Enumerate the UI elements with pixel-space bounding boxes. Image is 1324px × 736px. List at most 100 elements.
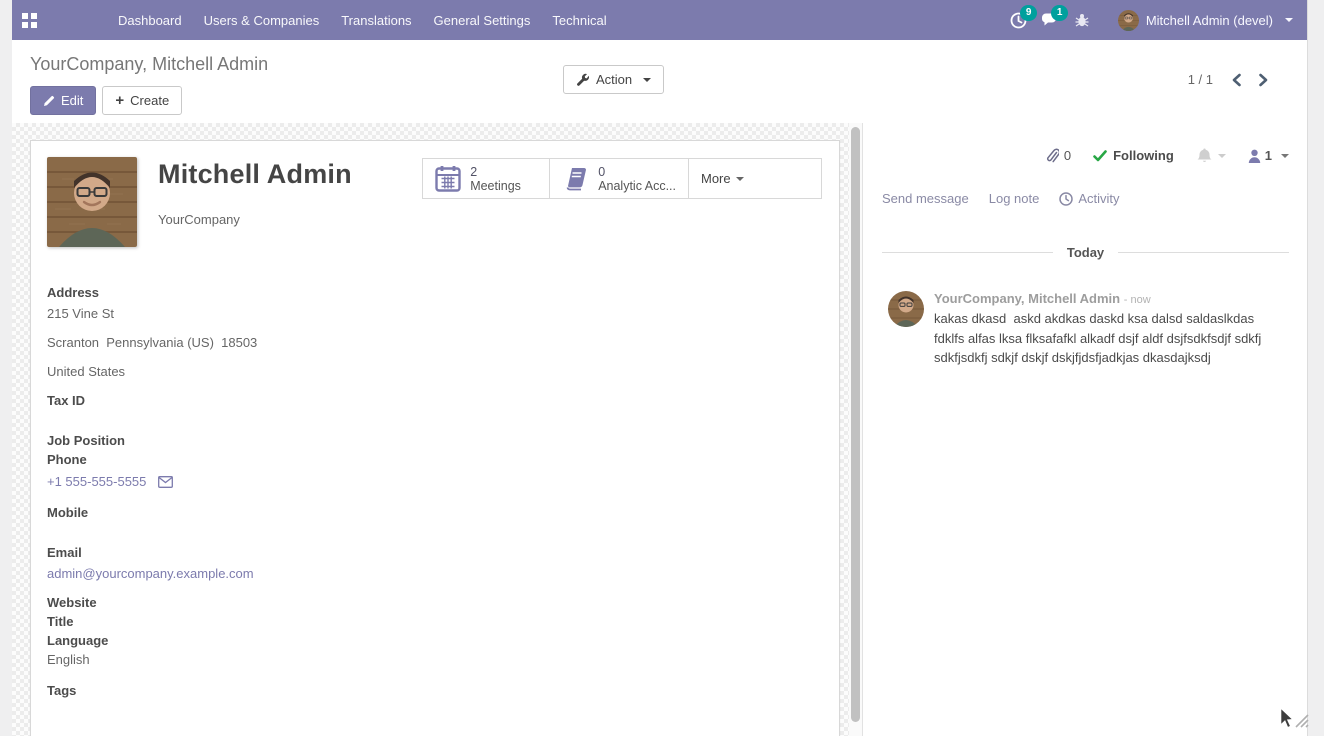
- analytic-count: 0: [598, 165, 676, 179]
- phone-link[interactable]: +1 555-555-5555: [47, 472, 146, 491]
- subscription-bell-button[interactable]: [1196, 147, 1226, 164]
- plus-icon: +: [115, 95, 124, 107]
- street-value: 215 Vine St: [47, 304, 447, 323]
- meetings-stat-button[interactable]: 2 Meetings: [422, 158, 550, 199]
- action-button-label: Action: [596, 72, 632, 87]
- following-button[interactable]: Following: [1093, 148, 1174, 163]
- message-author[interactable]: YourCompany, Mitchell Admin: [934, 291, 1120, 306]
- date-divider: Today: [882, 245, 1289, 260]
- chatter-message: YourCompany, Mitchell Admin - now kakas …: [882, 291, 1289, 368]
- company-link[interactable]: YourCompany: [158, 212, 352, 227]
- wrench-icon: [576, 73, 590, 87]
- messages-badge: 1: [1051, 5, 1069, 21]
- bug-icon: [1074, 12, 1090, 28]
- activities-badge: 9: [1020, 5, 1038, 21]
- log-note-button[interactable]: Log note: [989, 191, 1040, 206]
- chevron-down-icon: [1218, 154, 1226, 158]
- menu-users-companies[interactable]: Users & Companies: [193, 2, 331, 39]
- edit-button[interactable]: Edit: [30, 86, 96, 115]
- send-message-button[interactable]: Send message: [882, 191, 969, 206]
- pager-previous-icon[interactable]: [1231, 73, 1242, 87]
- top-navbar: Dashboard Users & Companies Translations…: [12, 0, 1307, 40]
- email-link[interactable]: admin@yourcompany.example.com: [47, 564, 254, 583]
- language-value: English: [47, 650, 447, 669]
- message-body: kakas dkasd askd akdkas daskd ksa dalsd …: [934, 309, 1286, 368]
- bell-icon: [1196, 147, 1213, 164]
- pencil-icon: [43, 95, 55, 107]
- messages-menu[interactable]: 1: [1041, 12, 1060, 28]
- meetings-label: Meetings: [470, 179, 521, 193]
- check-icon: [1093, 150, 1107, 162]
- create-button[interactable]: + Create: [102, 86, 182, 115]
- following-label: Following: [1113, 148, 1174, 163]
- form-scrollbar[interactable]: [849, 123, 862, 736]
- content-area: Mitchell Admin YourCompany 2 Meetings: [12, 123, 1307, 736]
- breadcrumb[interactable]: YourCompany, Mitchell Admin: [30, 54, 1307, 75]
- field-list: Address 215 Vine St Scranton Pennsylvani…: [47, 283, 447, 700]
- title-label: Title: [47, 612, 447, 631]
- pager-next-icon[interactable]: [1258, 73, 1269, 87]
- menu-technical[interactable]: Technical: [541, 2, 617, 39]
- tags-label: Tags: [47, 681, 447, 700]
- website-label: Website: [47, 593, 447, 612]
- chevron-down-icon: [1281, 154, 1289, 158]
- create-button-label: Create: [130, 93, 169, 108]
- activity-clock-icon: [1059, 192, 1073, 206]
- activity-label: Activity: [1078, 191, 1119, 206]
- stat-buttons: 2 Meetings 0 Analytic Acc...: [423, 158, 822, 199]
- analytic-label: Analytic Acc...: [598, 179, 676, 193]
- sms-envelope-icon[interactable]: [158, 476, 173, 488]
- scrollbar-thumb[interactable]: [851, 127, 860, 722]
- attachments-button[interactable]: 0: [1046, 148, 1071, 164]
- debug-menu[interactable]: [1074, 12, 1090, 28]
- control-panel: YourCompany, Mitchell Admin Edit + Creat…: [12, 40, 1307, 123]
- apps-menu-icon[interactable]: [22, 13, 37, 28]
- job-position-label: Job Position: [47, 431, 447, 450]
- main-menus: Dashboard Users & Companies Translations…: [107, 2, 618, 39]
- language-label: Language: [47, 631, 447, 650]
- phone-label: Phone: [47, 450, 447, 469]
- calendar-icon: [435, 165, 461, 192]
- country-value: United States: [47, 362, 447, 381]
- address-label: Address: [47, 283, 447, 302]
- city-state-zip-value: Scranton Pennsylvania (US) 18503: [47, 333, 447, 352]
- email-label: Email: [47, 543, 447, 562]
- more-label: More: [701, 171, 731, 186]
- mobile-label: Mobile: [47, 503, 447, 522]
- menu-translations[interactable]: Translations: [330, 2, 422, 39]
- action-dropdown-button[interactable]: Action: [563, 65, 664, 94]
- analytic-accounts-stat-button[interactable]: 0 Analytic Acc...: [549, 158, 689, 199]
- user-menu[interactable]: Mitchell Admin (devel): [1118, 10, 1293, 31]
- message-timestamp: - now: [1124, 294, 1151, 306]
- book-icon: [562, 166, 589, 191]
- meetings-count: 2: [470, 165, 521, 179]
- record-title: Mitchell Admin: [158, 159, 352, 190]
- message-author-avatar[interactable]: [888, 291, 924, 327]
- menu-dashboard[interactable]: Dashboard: [107, 2, 193, 39]
- more-dropdown-button[interactable]: More: [688, 158, 822, 199]
- chevron-down-icon: [1285, 18, 1293, 22]
- profile-photo[interactable]: [47, 157, 137, 247]
- paperclip-icon: [1046, 148, 1059, 164]
- app-window: Dashboard Users & Companies Translations…: [12, 0, 1308, 736]
- menu-general-settings[interactable]: General Settings: [423, 2, 542, 39]
- followers-count: 1: [1265, 148, 1272, 163]
- user-avatar: [1118, 10, 1139, 31]
- systray: 9 1 Mitchell Admin (devel): [1010, 10, 1293, 31]
- chevron-down-icon: [736, 177, 744, 181]
- chevron-down-icon: [643, 78, 651, 82]
- user-name: Mitchell Admin (devel): [1146, 13, 1273, 28]
- form-view: Mitchell Admin YourCompany 2 Meetings: [12, 123, 862, 736]
- date-divider-label: Today: [1053, 245, 1118, 260]
- chatter-panel: 0 Following: [862, 123, 1307, 736]
- form-sheet: Mitchell Admin YourCompany 2 Meetings: [30, 140, 840, 736]
- pager: 1 / 1: [1188, 72, 1269, 87]
- tax-id-label: Tax ID: [47, 391, 447, 410]
- mouse-cursor: [1278, 707, 1295, 729]
- followers-button[interactable]: 1: [1248, 148, 1289, 163]
- activities-menu[interactable]: 9: [1010, 12, 1027, 29]
- schedule-activity-button[interactable]: Activity: [1059, 191, 1119, 206]
- pager-value: 1 / 1: [1188, 72, 1213, 87]
- edit-button-label: Edit: [61, 93, 83, 108]
- attachments-count: 0: [1064, 148, 1071, 163]
